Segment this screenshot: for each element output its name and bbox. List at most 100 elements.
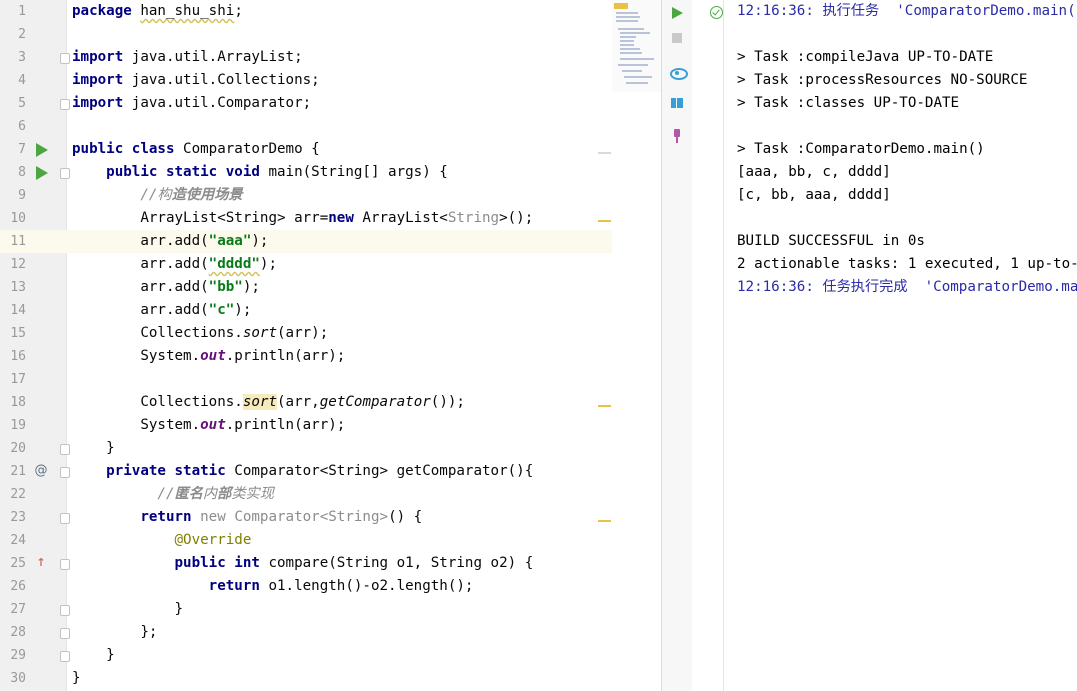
code-text: Collections.sort(arr); (72, 325, 329, 341)
code-text: } (72, 440, 115, 456)
line-number: 18 (10, 395, 26, 410)
line-number: 20 (10, 441, 26, 456)
code-text: } (72, 647, 115, 663)
code-text: //构造使用场景 (140, 187, 243, 203)
code-text: public int compare(String o1, String o2)… (174, 555, 534, 571)
code-line[interactable]: 9 //构造使用场景 (0, 184, 612, 207)
console-line: > Task :classes UP-TO-DATE (737, 95, 960, 111)
code-line-current[interactable]: 11 arr.add("aaa"); (0, 230, 612, 253)
code-line[interactable]: 21 @ private static Comparator<String> g… (0, 460, 612, 483)
code-line[interactable]: 3 import java.util.ArrayList; (0, 46, 612, 69)
code-text: import java.util.Comparator; (72, 95, 312, 111)
code-line[interactable]: 29 } (0, 644, 612, 667)
console-line: > Task :processResources NO-SOURCE (737, 72, 1028, 88)
code-line[interactable]: 20 } (0, 437, 612, 460)
line-number: 27 (10, 602, 26, 617)
code-text: package han_shu_shi; (72, 3, 243, 19)
code-line[interactable]: 7 public class ComparatorDemo { (0, 138, 612, 161)
code-line[interactable]: 10 ArrayList<String> arr=new ArrayList<S… (0, 207, 612, 230)
implements-method-icon[interactable]: ↑ (33, 555, 49, 571)
at-annotation-icon[interactable]: @ (33, 463, 49, 479)
fold-icon[interactable] (60, 559, 70, 570)
console-line: BUILD SUCCESSFUL in 0s (737, 233, 925, 249)
console-line: 12:16:36: 任务执行完成 'ComparatorDemo.main()'… (737, 279, 1077, 295)
inspection-mark[interactable] (598, 152, 611, 154)
stop-icon[interactable] (668, 29, 686, 47)
run-main-icon[interactable] (33, 164, 49, 180)
success-check-icon[interactable] (710, 6, 723, 19)
code-editor[interactable]: 1 package han_shu_shi; 2 3 import java.u… (0, 0, 662, 691)
run-class-icon[interactable] (33, 141, 49, 157)
code-line[interactable]: 30 } (0, 667, 612, 690)
line-number: 5 (18, 96, 26, 111)
code-text: arr.add("dddd"); (72, 256, 278, 272)
code-text: System.out.println(arr); (72, 417, 346, 433)
rerun-icon[interactable] (668, 4, 686, 22)
code-text: public static void main(String[] args) { (106, 164, 448, 180)
code-line[interactable]: 5 import java.util.Comparator; (0, 92, 612, 115)
code-line[interactable]: 17 (0, 368, 612, 391)
code-line[interactable]: 2 (0, 23, 612, 46)
line-number: 16 (10, 349, 26, 364)
pin-icon[interactable] (668, 127, 686, 145)
line-number: 14 (10, 303, 26, 318)
console-line: > Task :compileJava UP-TO-DATE (737, 49, 994, 65)
code-line[interactable]: 13 arr.add("bb"); (0, 276, 612, 299)
fold-icon[interactable] (60, 444, 70, 455)
code-line[interactable]: 26 return o1.length()-o2.length(); (0, 575, 612, 598)
fold-icon[interactable] (60, 513, 70, 524)
line-number: 22 (10, 487, 26, 502)
code-line[interactable]: 16 System.out.println(arr); (0, 345, 612, 368)
code-line[interactable]: 25 ↑ public int compare(String o1, Strin… (0, 552, 612, 575)
code-text: }; (72, 624, 158, 640)
warning-mark[interactable] (598, 405, 611, 407)
code-line[interactable]: 6 (0, 115, 612, 138)
layout-icon[interactable] (668, 94, 686, 112)
run-tree-panel[interactable] (692, 0, 724, 691)
code-line[interactable]: 24 @Override (0, 529, 612, 552)
fold-icon[interactable] (60, 168, 70, 179)
code-line[interactable]: 15 Collections.sort(arr); (0, 322, 612, 345)
line-number: 13 (10, 280, 26, 295)
warning-mark[interactable] (598, 520, 611, 522)
warning-mark[interactable] (598, 220, 611, 222)
code-line[interactable]: 4 import java.util.Collections; (0, 69, 612, 92)
fold-icon[interactable] (60, 53, 70, 64)
code-line[interactable]: 14 arr.add("c"); (0, 299, 612, 322)
line-number: 26 (10, 579, 26, 594)
code-line[interactable]: 19 System.out.println(arr); (0, 414, 612, 437)
code-line[interactable]: 1 package han_shu_shi; (0, 0, 612, 23)
code-line[interactable]: 18 Collections.sort(arr,getComparator())… (0, 391, 612, 414)
line-number: 12 (10, 257, 26, 272)
line-number: 9 (18, 188, 26, 203)
line-number: 24 (10, 533, 26, 548)
line-number: 2 (18, 27, 26, 42)
line-number: 25 (10, 556, 26, 571)
code-text: //匿名内部类实现 (157, 486, 274, 502)
fold-icon[interactable] (60, 467, 70, 478)
code-text: System.out.println(arr); (72, 348, 346, 364)
code-line[interactable]: 22 //匿名内部类实现 (0, 483, 612, 506)
code-text: import java.util.Collections; (72, 72, 320, 88)
code-text: arr.add("c"); (72, 302, 252, 318)
line-number: 30 (10, 671, 26, 686)
fold-icon[interactable] (60, 605, 70, 616)
code-line[interactable]: 8 public static void main(String[] args)… (0, 161, 612, 184)
code-line[interactable]: 27 } (0, 598, 612, 621)
eye-icon[interactable] (668, 63, 688, 81)
fold-icon[interactable] (60, 628, 70, 639)
run-console[interactable]: 12:16:36: 执行任务 'ComparatorDemo.main()'..… (724, 0, 1077, 691)
fold-icon[interactable] (60, 651, 70, 662)
line-number: 28 (10, 625, 26, 640)
code-line[interactable]: 12 arr.add("dddd"); (0, 253, 612, 276)
code-minimap[interactable] (612, 0, 662, 92)
code-text: return o1.length()-o2.length(); (208, 578, 474, 594)
code-text: arr.add("bb"); (72, 279, 260, 295)
line-number: 10 (10, 211, 26, 226)
fold-icon[interactable] (60, 99, 70, 110)
code-line[interactable]: 28 }; (0, 621, 612, 644)
line-number: 3 (18, 50, 26, 65)
line-number: 29 (10, 648, 26, 663)
console-line: 2 actionable tasks: 1 executed, 1 up-to-… (737, 256, 1077, 272)
code-line[interactable]: 23 return new Comparator<String>() { (0, 506, 612, 529)
